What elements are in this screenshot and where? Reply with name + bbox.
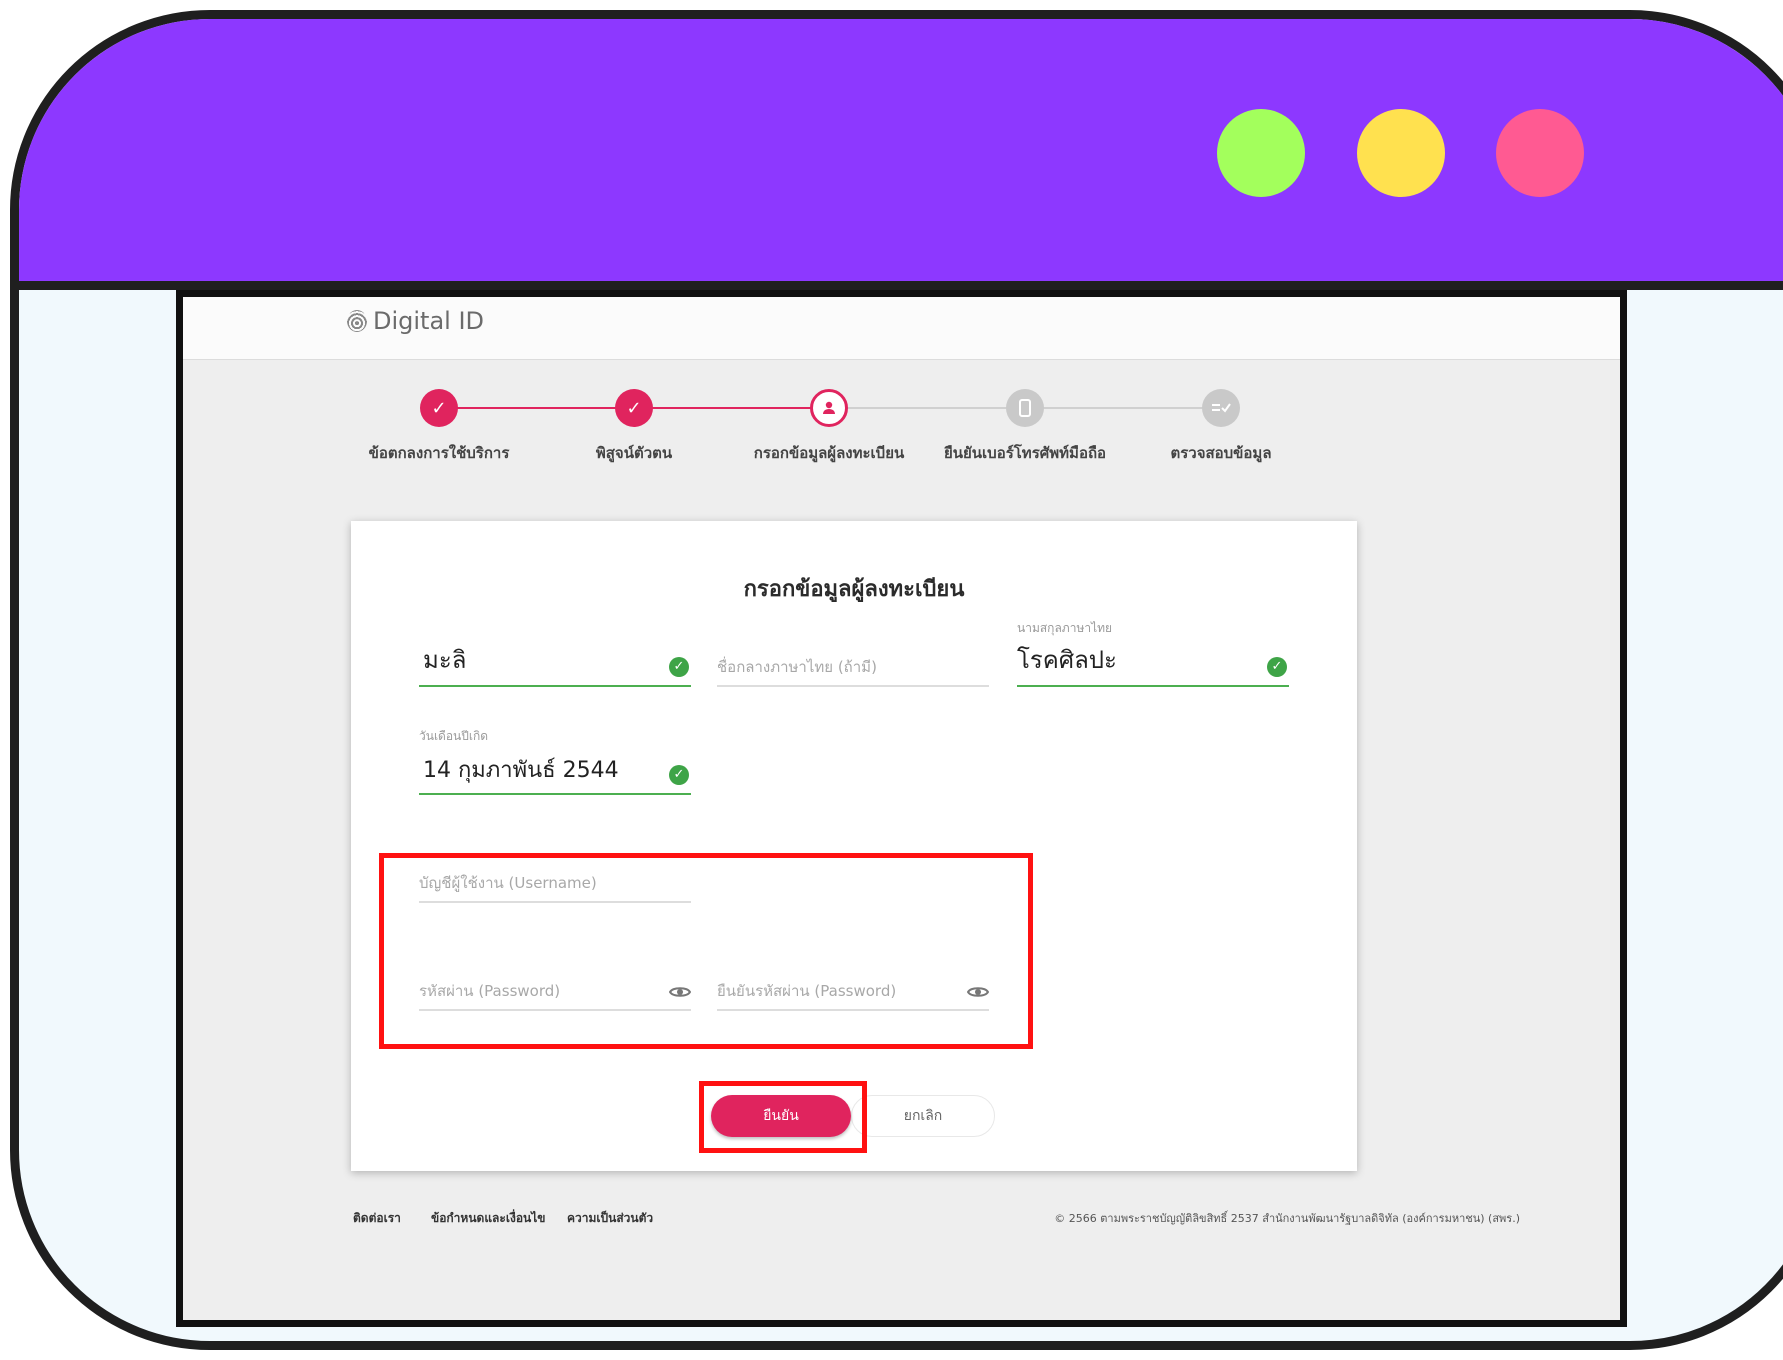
field-underline	[419, 901, 691, 903]
confirm-password-field[interactable]: ยืนยันรหัสผ่าน (Password)	[717, 961, 990, 1011]
confirm-highlight-box	[699, 1081, 867, 1153]
password-field[interactable]: รหัสผ่าน (Password)	[419, 961, 692, 1011]
birth-date-field[interactable]: วันเดือนปีเกิด 14 กุมภาพันธ์ 2544 ✓	[419, 729, 691, 795]
check-circle-icon: ✓	[669, 765, 689, 785]
phone-icon	[1006, 389, 1044, 427]
confirm-password-placeholder: ยืนยันรหัสผ่าน (Password)	[717, 982, 897, 1000]
cancel-button[interactable]: ยกเลิก	[851, 1095, 995, 1137]
fingerprint-icon	[347, 310, 367, 332]
password-placeholder: รหัสผ่าน (Password)	[419, 982, 561, 1000]
last-name-label: นามสกุลภาษาไทย	[1017, 621, 1113, 635]
birth-date-label: วันเดือนปีเกิด	[419, 729, 489, 743]
show-password-eye-icon[interactable]	[668, 985, 692, 1001]
field-underline	[419, 1009, 691, 1011]
field-underline	[419, 685, 691, 687]
footer-contact-link[interactable]: ติดต่อเรา	[353, 1209, 401, 1228]
field-underline	[717, 685, 989, 687]
window-dot-red[interactable]	[1496, 109, 1584, 197]
form-title: กรอกข้อมูลผู้ลงทะเบียน	[743, 577, 965, 602]
show-confirm-password-eye-icon[interactable]	[966, 985, 990, 1001]
field-underline	[1017, 685, 1289, 687]
window-dot-yellow[interactable]	[1357, 109, 1445, 197]
user-icon	[810, 389, 848, 427]
footer-terms-link[interactable]: ข้อกำหนดและเงื่อนไข	[431, 1209, 545, 1228]
step-5: ตรวจสอบข้อมูล	[1101, 377, 1341, 465]
check-icon: ✓	[420, 389, 458, 427]
field-underline	[717, 1009, 989, 1011]
last-name-value: โรคศิลปะ	[1017, 646, 1117, 674]
site-footer: ติดต่อเรา ข้อกำหนดและเงื่อนไข ความเป็นส่…	[183, 1209, 1620, 1239]
first-name-field[interactable]: มะลิ ✓	[419, 637, 691, 687]
footer-privacy-link[interactable]: ความเป็นส่วนตัว	[567, 1209, 653, 1228]
step-label: ตรวจสอบข้อมูล	[1170, 444, 1272, 462]
middle-name-placeholder: ชื่อกลางภาษาไทย (ถ้ามี)	[717, 658, 877, 676]
site-header: Digital ID	[183, 297, 1620, 360]
first-name-value: มะลิ	[423, 646, 467, 674]
username-placeholder: บัญชีผู้ใช้งาน (Username)	[419, 874, 597, 892]
registration-form-card: กรอกข้อมูลผู้ลงทะเบียน มะลิ ✓ ชื่อกลางภา…	[351, 521, 1357, 1171]
birth-date-value: 14 กุมภาพันธ์ 2544	[423, 758, 619, 783]
logo-text: Digital ID	[373, 307, 485, 335]
window-titlebar	[19, 19, 1783, 290]
last-name-field[interactable]: นามสกุลภาษาไทย โรคศิลปะ ✓	[1017, 621, 1289, 687]
checklist-icon	[1202, 389, 1240, 427]
window-dot-green[interactable]	[1217, 109, 1305, 197]
check-icon: ✓	[615, 389, 653, 427]
username-field[interactable]: บัญชีผู้ใช้งาน (Username)	[419, 853, 691, 903]
field-underline	[419, 793, 691, 795]
digital-id-logo[interactable]: Digital ID	[347, 307, 484, 335]
check-circle-icon: ✓	[669, 657, 689, 677]
footer-copyright: © 2566 ตามพระราชบัญญัติลิขสิทธิ์ 2537 สำ…	[1054, 1212, 1520, 1225]
browser-screenshot: Digital ID ✓ ข้อตกลงการใช้บริการ ✓ พิสูจ…	[176, 290, 1627, 1327]
middle-name-field[interactable]: ชื่อกลางภาษาไทย (ถ้ามี)	[717, 637, 989, 687]
registration-stepper: ✓ ข้อตกลงการใช้บริการ ✓ พิสูจน์ตัวตน กรอ…	[183, 377, 1620, 487]
check-circle-icon: ✓	[1267, 657, 1287, 677]
